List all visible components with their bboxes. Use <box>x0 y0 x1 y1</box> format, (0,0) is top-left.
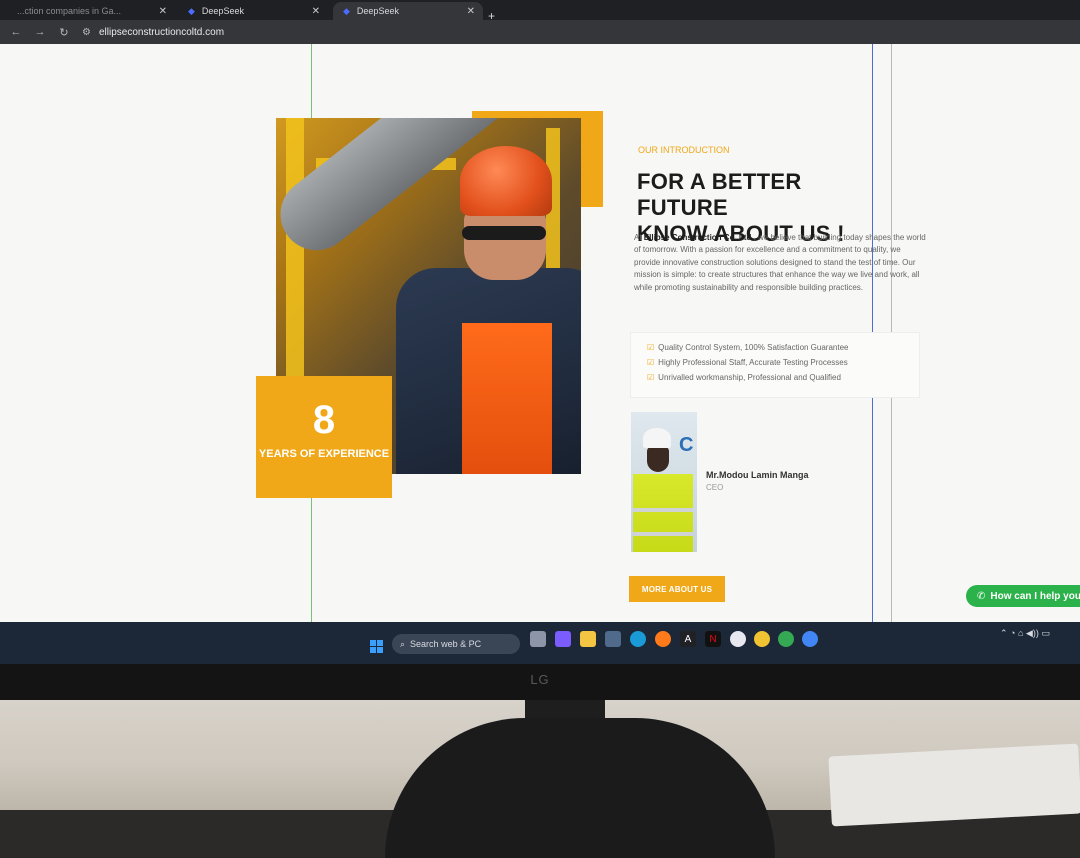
feature-item: ☑ Highly Professional Staff, Accurate Tes… <box>647 358 848 367</box>
web-page: 8 YEARS OF EXPERIENCE OUR INTRODUCTION F… <box>0 44 1080 622</box>
desc-prefix: At <box>634 233 644 242</box>
firefox-icon[interactable] <box>655 631 671 647</box>
ceo-name: Mr.Modou Lamin Manga <box>706 470 809 480</box>
company-name: Ellipse Construction Co. Ltd. <box>643 233 754 242</box>
tab-label: DeepSeek <box>356 6 399 16</box>
intro-label: OUR INTRODUCTION <box>638 145 730 155</box>
experience-badge: 8 YEARS OF EXPERIENCE <box>256 376 392 498</box>
feature-item: ☑ Unrivalled workmanship, Professional an… <box>647 373 841 382</box>
deepseek-icon: ◆ <box>188 5 195 16</box>
monitor-brand: LG <box>530 672 550 687</box>
task-view-icon[interactable] <box>530 631 546 647</box>
headline-line-1: FOR A BETTER FUTURE <box>637 169 802 220</box>
close-icon[interactable]: ✕ <box>159 6 167 17</box>
ceo-vest <box>633 474 693 552</box>
check-icon: ☑ <box>647 343 655 352</box>
scaffold-beam <box>286 118 304 418</box>
windows-start-icon[interactable] <box>370 640 384 654</box>
feature-label: Unrivalled workmanship, Professional and… <box>658 373 841 382</box>
copilot-icon[interactable] <box>555 631 571 647</box>
experience-text: YEARS OF EXPERIENCE <box>258 448 390 460</box>
netflix-icon[interactable]: N <box>705 631 721 647</box>
feature-label: Quality Control System, 100% Satisfactio… <box>658 343 849 352</box>
worker-vest <box>462 323 552 474</box>
close-icon[interactable]: ✕ <box>312 6 320 17</box>
system-tray[interactable]: ⌃ ◔ ⌂ ◀)) ▭ <box>1000 628 1050 639</box>
monitor: LG ...ction companies in Ga... ✕ ◆ DeepS… <box>0 0 1080 700</box>
tab-label: ...ction companies in Ga... <box>17 6 122 16</box>
vest-stripe <box>633 532 693 536</box>
worker-face <box>464 210 546 280</box>
vest-stripe <box>633 508 693 512</box>
ceo-photo: C <box>631 412 697 552</box>
chrome-profile-icon[interactable] <box>778 631 794 647</box>
tab-deepseek-1[interactable]: ◆ DeepSeek ✕ <box>178 2 328 20</box>
forward-icon[interactable]: → <box>32 26 48 38</box>
tab-bar: ...ction companies in Ga... ✕ ◆ DeepSeek… <box>0 0 1080 23</box>
app-circle-icon[interactable] <box>730 631 746 647</box>
taskbar-search-label: Search web & PC <box>410 639 482 649</box>
whatsapp-label: How can I help you <box>990 590 1080 602</box>
desk-paper <box>828 743 1080 827</box>
address-bar: ← → ↻ ⚙ ellipseconstructioncoltd.com <box>0 20 1080 44</box>
whatsapp-icon: ✆ <box>977 590 986 602</box>
worker-glasses <box>462 226 546 240</box>
close-icon[interactable]: ✕ <box>467 6 475 17</box>
deepseek-icon: ◆ <box>343 5 350 16</box>
tab-construction[interactable]: ...ction companies in Ga... ✕ <box>0 2 175 20</box>
features-list: ☑ Quality Control System, 100% Satisfacti… <box>630 332 920 398</box>
check-icon: ☑ <box>647 358 655 367</box>
ceo-helmet <box>643 428 671 448</box>
site-info-icon[interactable]: ⚙ <box>82 27 91 38</box>
tab-deepseek-2[interactable]: ◆ DeepSeek ✕ <box>333 2 483 20</box>
reload-icon[interactable]: ↻ <box>56 26 72 39</box>
ceo-role: CEO <box>706 483 724 492</box>
search-icon: ⌕ <box>400 638 406 649</box>
feature-item: ☑ Quality Control System, 100% Satisfacti… <box>647 343 849 352</box>
tab-label: DeepSeek <box>201 6 244 16</box>
chrome-icon[interactable] <box>754 631 770 647</box>
file-explorer-icon[interactable] <box>580 631 596 647</box>
worker-helmet <box>460 146 552 216</box>
company-logo-fragment: C <box>679 434 694 456</box>
screen: ...ction companies in Ga... ✕ ◆ DeepSeek… <box>0 0 1080 664</box>
chrome-profile-icon[interactable] <box>802 631 818 647</box>
ceo-face <box>647 446 669 472</box>
check-icon: ☑ <box>647 373 655 382</box>
taskbar-search[interactable]: ⌕ Search web & PC <box>392 634 520 654</box>
app-a-icon[interactable]: A <box>680 631 696 647</box>
edge-icon[interactable] <box>630 631 646 647</box>
intro-description: At Ellipse Construction Co. Ltd., we bel… <box>634 232 926 294</box>
feature-label: Highly Professional Staff, Accurate Test… <box>658 358 848 367</box>
url-field[interactable]: ellipseconstructioncoltd.com <box>99 27 224 38</box>
whatsapp-chat-button[interactable]: ✆ How can I help you <box>966 585 1080 607</box>
store-icon[interactable] <box>605 631 621 647</box>
back-icon[interactable]: ← <box>8 26 24 38</box>
more-about-us-button[interactable]: MORE ABOUT US <box>629 576 725 602</box>
experience-number: 8 <box>312 398 336 442</box>
